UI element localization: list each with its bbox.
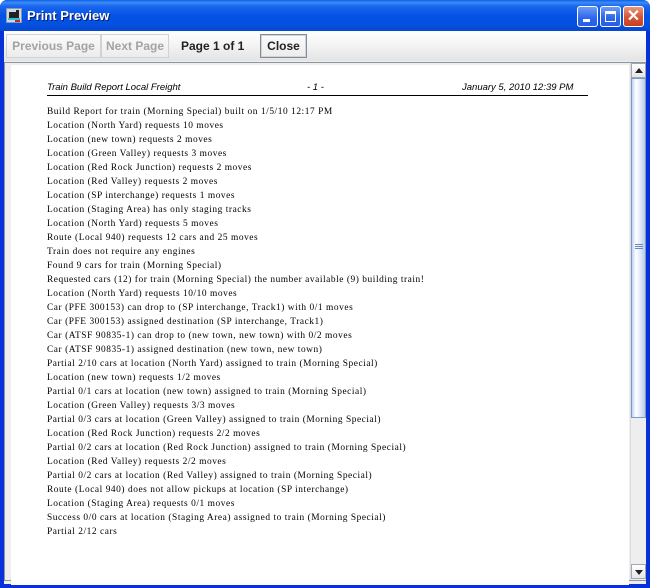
maximize-button[interactable] <box>600 6 621 27</box>
report-line: Location (new town) requests 2 moves <box>47 135 213 145</box>
report-line: Location (North Yard) requests 5 moves <box>47 219 219 229</box>
grip-line <box>635 246 643 247</box>
next-page-button[interactable]: Next Page <box>101 34 169 58</box>
minimize-button[interactable] <box>577 6 598 27</box>
train-locomotive-icon <box>6 8 22 23</box>
page-indicator: Page 1 of 1 <box>181 39 245 53</box>
scrollbar-track[interactable] <box>631 418 646 564</box>
report-line: Train does not require any engines <box>47 247 196 257</box>
report-line: Partial 0/1 cars at location (new town) … <box>47 387 367 397</box>
report-line: Car (ATSF 90835-1) assigned destination … <box>47 345 323 355</box>
scroll-down-arrow-icon <box>635 570 643 575</box>
report-line: Location (North Yard) requests 10 moves <box>47 121 224 131</box>
report-line: Location (Green Valley) requests 3 moves <box>47 149 227 159</box>
report-line: Location (Green Valley) requests 3/3 mov… <box>47 401 236 411</box>
print-preview-window: Print Preview ✕ Previous Page Next Page … <box>0 0 650 588</box>
toolbar: Previous Page Next Page Page 1 of 1 Clos… <box>4 31 646 61</box>
scroll-up-arrow-icon <box>635 68 643 73</box>
report-line: Route (Local 940) requests 12 cars and 2… <box>47 233 259 243</box>
report-line: Location (North Yard) requests 10/10 mov… <box>47 289 238 299</box>
report-line: Location (Red Rock Junction) requests 2/… <box>47 429 261 439</box>
report-line: Partial 0/3 cars at location (Green Vall… <box>47 415 382 425</box>
previous-page-button[interactable]: Previous Page <box>6 34 101 58</box>
report-line: Location (SP interchange) requests 1 mov… <box>47 191 236 201</box>
scroll-down-button[interactable] <box>631 564 646 579</box>
preview-scroll-pane[interactable]: Train Build Report Local Freight - 1 - J… <box>4 62 646 585</box>
grip-line <box>635 248 643 249</box>
report-line: Build Report for train (Morning Special)… <box>47 107 333 117</box>
report-line: Partial 2/12 cars <box>47 527 118 537</box>
grip-line <box>635 244 643 245</box>
report-line: Location (Red Rock Junction) requests 2 … <box>47 163 252 173</box>
header-page-number: - 1 - <box>307 82 324 93</box>
maximize-icon <box>605 11 616 22</box>
scroll-up-button[interactable] <box>631 63 646 78</box>
title-bar[interactable]: Print Preview ✕ <box>0 0 650 31</box>
close-icon: ✕ <box>626 8 641 25</box>
header-title: Train Build Report Local Freight <box>47 82 181 93</box>
window-title: Print Preview <box>27 8 110 23</box>
vertical-scrollbar[interactable] <box>630 63 646 580</box>
header-date: January 5, 2010 12:39 PM <box>462 82 574 93</box>
preview-page: Train Build Report Local Freight - 1 - J… <box>11 65 629 585</box>
report-line: Partial 0/2 cars at location (Red Rock J… <box>47 443 407 453</box>
report-line: Car (PFE 300153) assigned destination (S… <box>47 317 324 327</box>
report-line: Location (Staging Area) has only staging… <box>47 205 252 215</box>
window-client-area: Previous Page Next Page Page 1 of 1 Clos… <box>4 31 646 585</box>
report-line: Route (Local 940) does not allow pickups… <box>47 485 349 495</box>
header-divider <box>47 95 588 96</box>
report-body: Build Report for train (Morning Special)… <box>47 105 424 539</box>
report-line: Success 0/0 cars at location (Staging Ar… <box>47 513 386 523</box>
scrollbar-thumb[interactable] <box>631 78 646 418</box>
report-line: Partial 0/2 cars at location (Red Valley… <box>47 471 373 481</box>
report-line: Found 9 cars for train (Morning Special) <box>47 261 222 271</box>
report-line: Requested cars (12) for train (Morning S… <box>47 275 425 285</box>
report-line: Partial 2/10 cars at location (North Yar… <box>47 359 378 369</box>
report-line: Location (Red Valley) requests 2 moves <box>47 177 218 187</box>
report-line: Location (Staging Area) requests 0/1 mov… <box>47 499 235 509</box>
window-close-button[interactable]: ✕ <box>623 6 644 27</box>
minimize-icon <box>583 19 590 22</box>
report-line: Car (PFE 300153) can drop to (SP interch… <box>47 303 354 313</box>
close-button[interactable]: Close <box>260 34 307 58</box>
report-line: Location (Red Valley) requests 2/2 moves <box>47 457 227 467</box>
report-line: Car (ATSF 90835-1) can drop to (new town… <box>47 331 353 341</box>
report-line: Location (new town) requests 1/2 moves <box>47 373 221 383</box>
